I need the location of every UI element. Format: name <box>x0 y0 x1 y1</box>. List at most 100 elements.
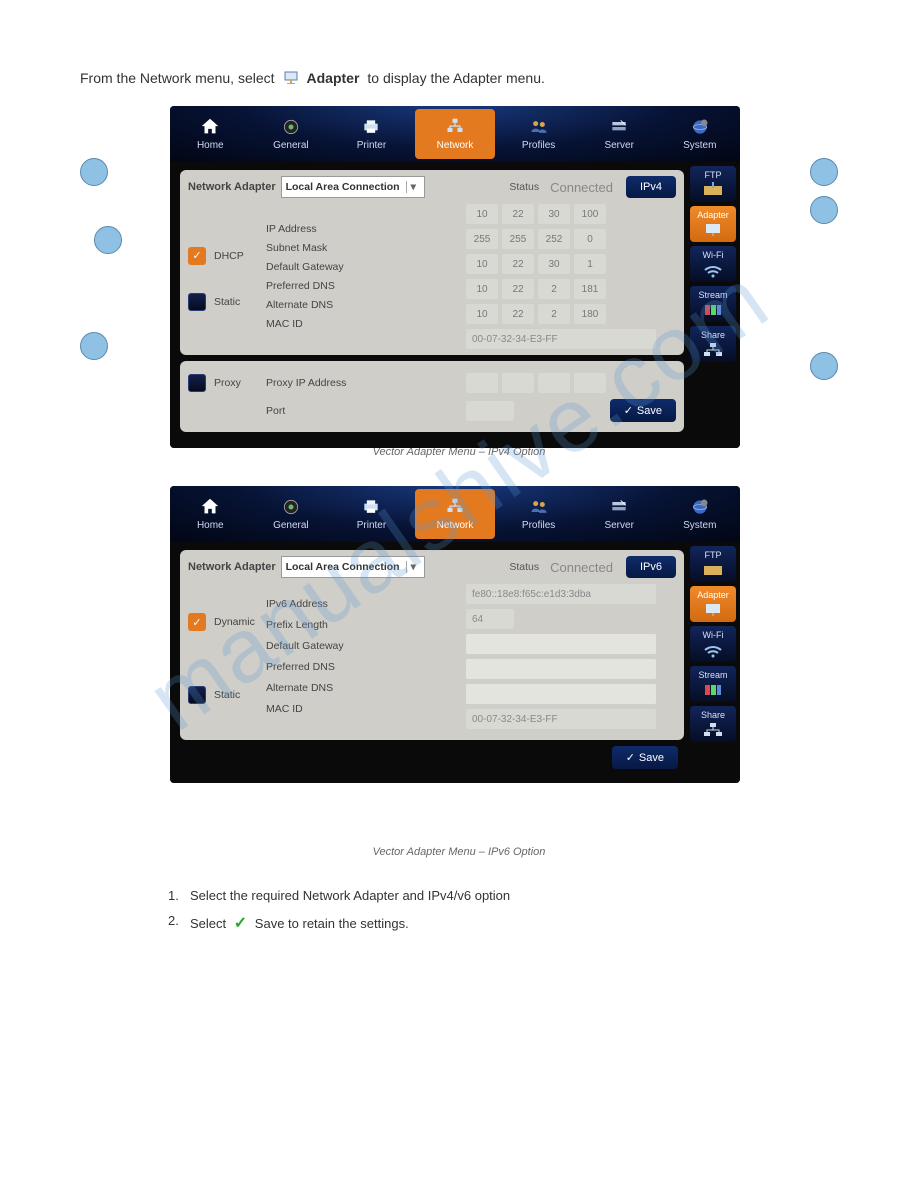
check-icon: ✓ <box>626 751 635 764</box>
dynamic-label: Dynamic <box>214 616 255 628</box>
prefix-length-field[interactable]: 64 <box>466 609 514 629</box>
nav-system[interactable]: System <box>659 106 740 162</box>
port-label: Port <box>266 405 458 417</box>
nav-printer[interactable]: Printer <box>331 486 412 542</box>
nav-profiles[interactable]: Profiles <box>498 486 579 542</box>
dynamic-checkbox[interactable]: ✓ <box>188 613 206 631</box>
tab-ftp[interactable]: FTP <box>690 166 736 202</box>
proxy-checkbox[interactable] <box>188 374 206 392</box>
adapter-dropdown[interactable]: Local Area Connection ▾ <box>281 556 425 578</box>
server-icon <box>607 497 631 517</box>
preferred-dns-field[interactable] <box>466 659 656 679</box>
nav-home[interactable]: Home <box>170 486 251 542</box>
annotation-bubble <box>810 196 838 224</box>
save-button[interactable]: ✓Save <box>610 399 676 422</box>
static-label: Static <box>214 296 240 308</box>
proxy-ip-field[interactable] <box>466 373 676 393</box>
nav-home[interactable]: Home <box>170 106 251 162</box>
annotation-bubble <box>80 158 108 186</box>
nav-profiles[interactable]: Profiles <box>498 106 579 162</box>
tab-wifi[interactable]: Wi-Fi <box>690 626 736 662</box>
alternate-dns-field[interactable] <box>466 684 656 704</box>
network-icon <box>443 117 467 137</box>
ipv6-address-field[interactable]: fe80::18e8:f65c:e1d3:3dba <box>466 584 656 604</box>
static-checkbox[interactable] <box>188 293 206 311</box>
tab-stream[interactable]: Stream <box>690 666 736 702</box>
nav-server[interactable]: Server <box>579 486 660 542</box>
annotation-bubble <box>810 158 838 186</box>
gateway-field[interactable]: 1022301 <box>466 254 676 274</box>
check-icon: ✓ <box>624 404 633 417</box>
nav-network[interactable]: Network <box>415 109 496 159</box>
nav-general[interactable]: General <box>251 106 332 162</box>
figure-caption: Vector Adapter Menu – IPv6 Option <box>80 846 838 858</box>
adapter-icon <box>283 70 299 86</box>
ftp-icon <box>702 562 724 578</box>
adapter-icon <box>702 222 724 238</box>
screenshot-ipv4: Home General Printer Network Profiles Se… <box>170 106 740 448</box>
printer-icon <box>359 497 383 517</box>
home-icon <box>198 117 222 137</box>
save-button[interactable]: ✓Save <box>612 746 678 769</box>
tab-adapter[interactable]: Adapter <box>690 206 736 242</box>
preferred-dns-label: Preferred DNS <box>266 280 458 292</box>
chevron-down-icon[interactable]: ▾ <box>406 181 420 193</box>
nav-general[interactable]: General <box>251 486 332 542</box>
ip-address-field[interactable]: 102230100 <box>466 204 676 224</box>
instruction-step: 2. Select ✓ Save to retain the settings. <box>80 911 838 937</box>
wifi-icon <box>702 262 724 278</box>
annotation-bubble <box>810 352 838 380</box>
chevron-down-icon[interactable]: ▾ <box>406 561 420 573</box>
status-value: Connected <box>550 180 613 195</box>
printer-icon <box>359 117 383 137</box>
tab-adapter[interactable]: Adapter <box>690 586 736 622</box>
subnet-field[interactable]: 2552552520 <box>466 229 676 249</box>
tab-share[interactable]: Share <box>690 706 736 742</box>
adapter-icon <box>702 602 724 618</box>
tab-ftp[interactable]: FTP <box>690 546 736 582</box>
profiles-icon <box>527 117 551 137</box>
proxy-panel: Proxy Proxy IP Address Port ✓Save <box>180 361 684 432</box>
side-tabs: FTP Adapter Wi-Fi Stream Share <box>690 542 740 783</box>
preferred-dns-field[interactable]: 10222181 <box>466 279 676 299</box>
static-checkbox[interactable] <box>188 686 206 704</box>
globe-gear-icon <box>688 117 712 137</box>
gateway-field[interactable] <box>466 634 656 654</box>
ftp-icon <box>702 182 724 198</box>
stream-icon <box>702 302 724 318</box>
port-field[interactable] <box>466 401 514 421</box>
gateway-label: Default Gateway <box>266 261 458 273</box>
profiles-icon <box>527 497 551 517</box>
tab-stream[interactable]: Stream <box>690 286 736 322</box>
ipv6-address-label: IPv6 Address <box>266 598 458 610</box>
dhcp-checkbox[interactable]: ✓ <box>188 247 206 265</box>
instruction-step: 1. Select the required Network Adapter a… <box>80 886 838 907</box>
adapter-dropdown[interactable]: Local Area Connection ▾ <box>281 176 425 198</box>
dial-icon <box>279 117 303 137</box>
adapter-word: Adapter <box>307 70 360 86</box>
server-icon <box>607 117 631 137</box>
nav-server[interactable]: Server <box>579 106 660 162</box>
alternate-dns-field[interactable]: 10222180 <box>466 304 676 324</box>
proxy-ip-label: Proxy IP Address <box>266 377 458 389</box>
tab-share[interactable]: Share <box>690 326 736 362</box>
nav-network[interactable]: Network <box>415 489 496 539</box>
preferred-dns-label: Preferred DNS <box>266 661 458 673</box>
globe-gear-icon <box>688 497 712 517</box>
title-suffix: to display the Adapter menu. <box>367 70 544 86</box>
ip-address-label: IP Address <box>266 223 458 235</box>
ipv4-button[interactable]: IPv4 <box>626 176 676 198</box>
home-icon <box>198 497 222 517</box>
tab-wifi[interactable]: Wi-Fi <box>690 246 736 282</box>
nav-printer[interactable]: Printer <box>331 106 412 162</box>
mac-id-field: 00-07-32-34-E3-FF <box>466 709 656 729</box>
subnet-label: Subnet Mask <box>266 242 458 254</box>
title-prefix: From the Network menu, select <box>80 70 275 86</box>
ipv6-button[interactable]: IPv6 <box>626 556 676 578</box>
network-icon <box>443 497 467 517</box>
static-label: Static <box>214 689 240 701</box>
nav-system[interactable]: System <box>659 486 740 542</box>
adapter-panel: Network Adapter Local Area Connection ▾ … <box>180 170 684 355</box>
side-tabs: FTP Adapter Wi-Fi Stream Share <box>690 162 740 448</box>
network-adapter-label: Network Adapter <box>188 181 276 193</box>
